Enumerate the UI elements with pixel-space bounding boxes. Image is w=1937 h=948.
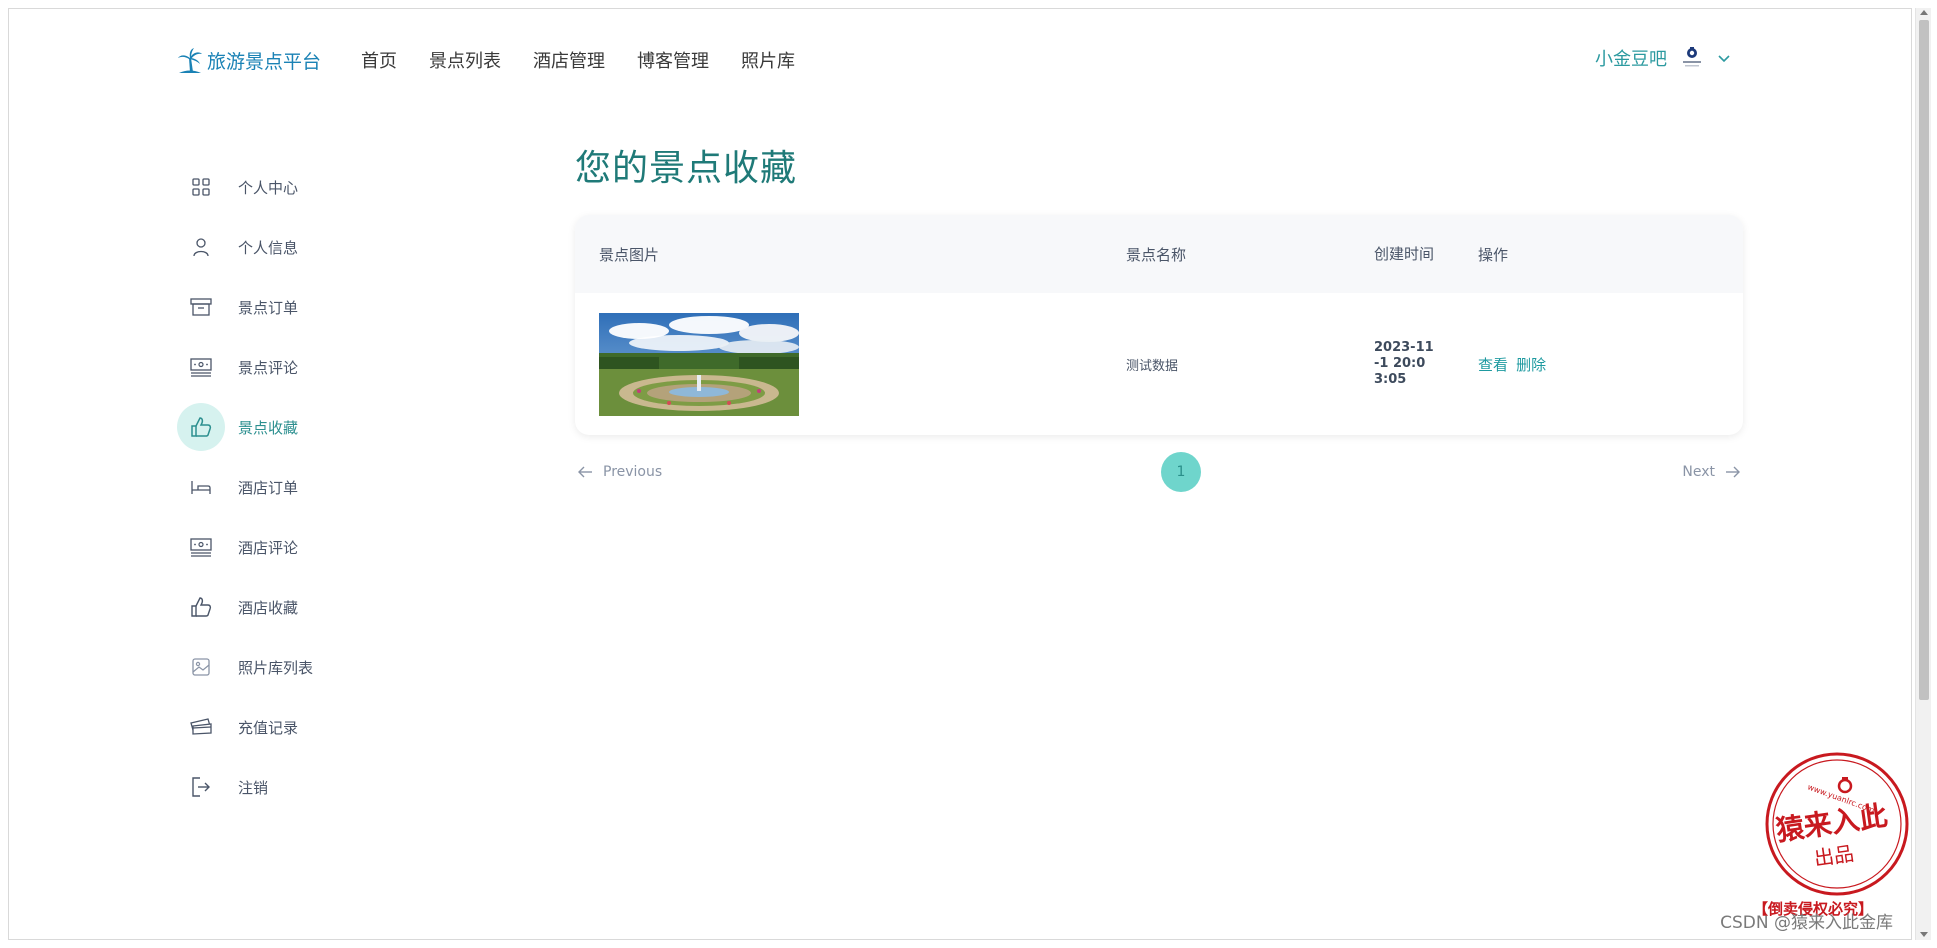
cell-image (575, 312, 1126, 416)
attraction-thumbnail[interactable] (599, 312, 799, 416)
cell-time: 2023-11-1 20:03:05 (1374, 340, 1478, 388)
sidebar-item-hotel-favorites[interactable]: 酒店收藏 (177, 577, 437, 637)
scrollbar-thumb[interactable] (1919, 20, 1929, 700)
csdn-watermark: CSDN @猿来入此金库 (1720, 913, 1893, 933)
bed-icon (177, 463, 225, 511)
user-icon (177, 223, 225, 271)
comment-card-icon (177, 343, 225, 391)
sidebar-item-label: 酒店订单 (238, 478, 299, 497)
nav-item-hotels[interactable]: 酒店管理 (533, 47, 605, 73)
sidebar-item-personal-info[interactable]: 个人信息 (177, 217, 437, 277)
created-time: 2023-11-1 20:03:05 (1374, 340, 1434, 387)
arrow-right-icon (1726, 466, 1740, 478)
sidebar-item-recharge-records[interactable]: 充值记录 (177, 697, 437, 757)
user-menu[interactable]: 小金豆吧 (1595, 45, 1731, 71)
sidebar-item-attraction-favorites[interactable]: 景点收藏 (177, 397, 437, 457)
previous-page-button[interactable]: Previous (577, 464, 662, 480)
chevron-down-icon[interactable] (1717, 51, 1731, 65)
brand-name: 旅游景点平台 (207, 51, 322, 73)
sidebar-item-label: 酒店收藏 (238, 598, 299, 617)
previous-label: Previous (603, 464, 663, 480)
grid-icon (177, 163, 225, 211)
arrow-left-icon (578, 466, 592, 478)
thumbs-up-icon (177, 403, 225, 451)
cell-name: 测试数据 (1126, 358, 1179, 374)
view-button[interactable]: 查看 (1478, 356, 1508, 374)
delete-button[interactable]: 删除 (1516, 356, 1546, 374)
cell-ops: 查看 删除 (1478, 354, 1678, 375)
nav-item-home[interactable]: 首页 (361, 47, 397, 73)
stamp-seal: www.yuanlrc.com 猿来入此 出品 【倒卖侵权必究】 (1757, 752, 1909, 918)
brand-logo[interactable]: 旅游景点平台 (177, 47, 321, 74)
sidebar-item-label: 景点订单 (238, 298, 299, 317)
sidebar-item-attraction-orders[interactable]: 景点订单 (177, 277, 437, 337)
sidebar-item-hotel-comments[interactable]: 酒店评论 (177, 517, 437, 577)
main-nav: 首页 景点列表 酒店管理 博客管理 照片库 (361, 47, 795, 73)
sidebar-item-gallery-list[interactable]: 照片库列表 (177, 637, 437, 697)
main-content: 您的景点收藏 景点图片 景点名称 创建时间 操作 测试数据 2023-11-1 … (575, 139, 1755, 492)
sidebar-item-label: 照片库列表 (238, 658, 314, 677)
user-name[interactable]: 小金豆吧 (1595, 45, 1667, 71)
next-page-button[interactable]: Next (1682, 464, 1741, 480)
scroll-down-icon[interactable] (1920, 932, 1928, 937)
top-header: 旅游景点平台 首页 景点列表 酒店管理 博客管理 照片库 小金豆吧 (9, 9, 1897, 109)
logout-icon (177, 763, 225, 811)
sidebar-item-label: 个人中心 (238, 178, 299, 197)
header-time: 创建时间 (1374, 245, 1435, 263)
stamp-text: 猿来入此 (1773, 799, 1890, 847)
avatar[interactable] (1679, 45, 1705, 71)
sidebar-item-attraction-comments[interactable]: 景点评论 (177, 337, 437, 397)
sidebar: 个人中心 个人信息 景点订单 景点评论 景点收藏 酒店订单 酒店评论 酒店收藏 … (177, 157, 437, 817)
nav-item-blogs[interactable]: 博客管理 (637, 47, 709, 73)
palm-tree-icon (178, 47, 202, 73)
avatar-logo-icon (1683, 47, 1701, 67)
sidebar-item-personal-center[interactable]: 个人中心 (177, 157, 437, 217)
header-image: 景点图片 (599, 245, 660, 264)
sidebar-item-label: 充值记录 (238, 718, 299, 737)
table-row: 测试数据 2023-11-1 20:03:05 查看 删除 (575, 293, 1743, 435)
image-icon (177, 643, 225, 691)
comment-card-icon (177, 523, 225, 571)
sidebar-item-label: 酒店评论 (238, 538, 299, 557)
nav-item-gallery[interactable]: 照片库 (741, 47, 795, 73)
table-header: 景点图片 景点名称 创建时间 操作 (575, 215, 1743, 293)
sidebar-item-logout[interactable]: 注销 (177, 757, 437, 817)
sidebar-item-label: 个人信息 (238, 238, 299, 257)
vertical-scrollbar[interactable] (1915, 8, 1931, 940)
pagination: Previous 1 Next (575, 452, 1743, 492)
thumbs-up-icon (177, 583, 225, 631)
sidebar-item-label: 注销 (238, 778, 269, 797)
stamp-sub: 出品 (1812, 841, 1855, 870)
page-title: 您的景点收藏 (575, 148, 798, 189)
sidebar-item-label: 景点评论 (238, 358, 299, 377)
page-1-button[interactable]: 1 (1161, 452, 1201, 492)
cards-icon (177, 703, 225, 751)
favorites-table: 景点图片 景点名称 创建时间 操作 测试数据 2023-11-1 20:03:0… (575, 215, 1743, 435)
browser-viewport: 旅游景点平台 首页 景点列表 酒店管理 博客管理 照片库 小金豆吧 个人中心 个… (8, 8, 1912, 940)
nav-item-attractions[interactable]: 景点列表 (429, 47, 501, 73)
next-label: Next (1682, 464, 1715, 480)
archive-icon (177, 283, 225, 331)
header-ops: 操作 (1478, 245, 1509, 264)
header-name: 景点名称 (1126, 245, 1187, 264)
sidebar-item-hotel-orders[interactable]: 酒店订单 (177, 457, 437, 517)
scroll-up-icon[interactable] (1920, 10, 1928, 15)
sidebar-item-label: 景点收藏 (238, 418, 299, 437)
